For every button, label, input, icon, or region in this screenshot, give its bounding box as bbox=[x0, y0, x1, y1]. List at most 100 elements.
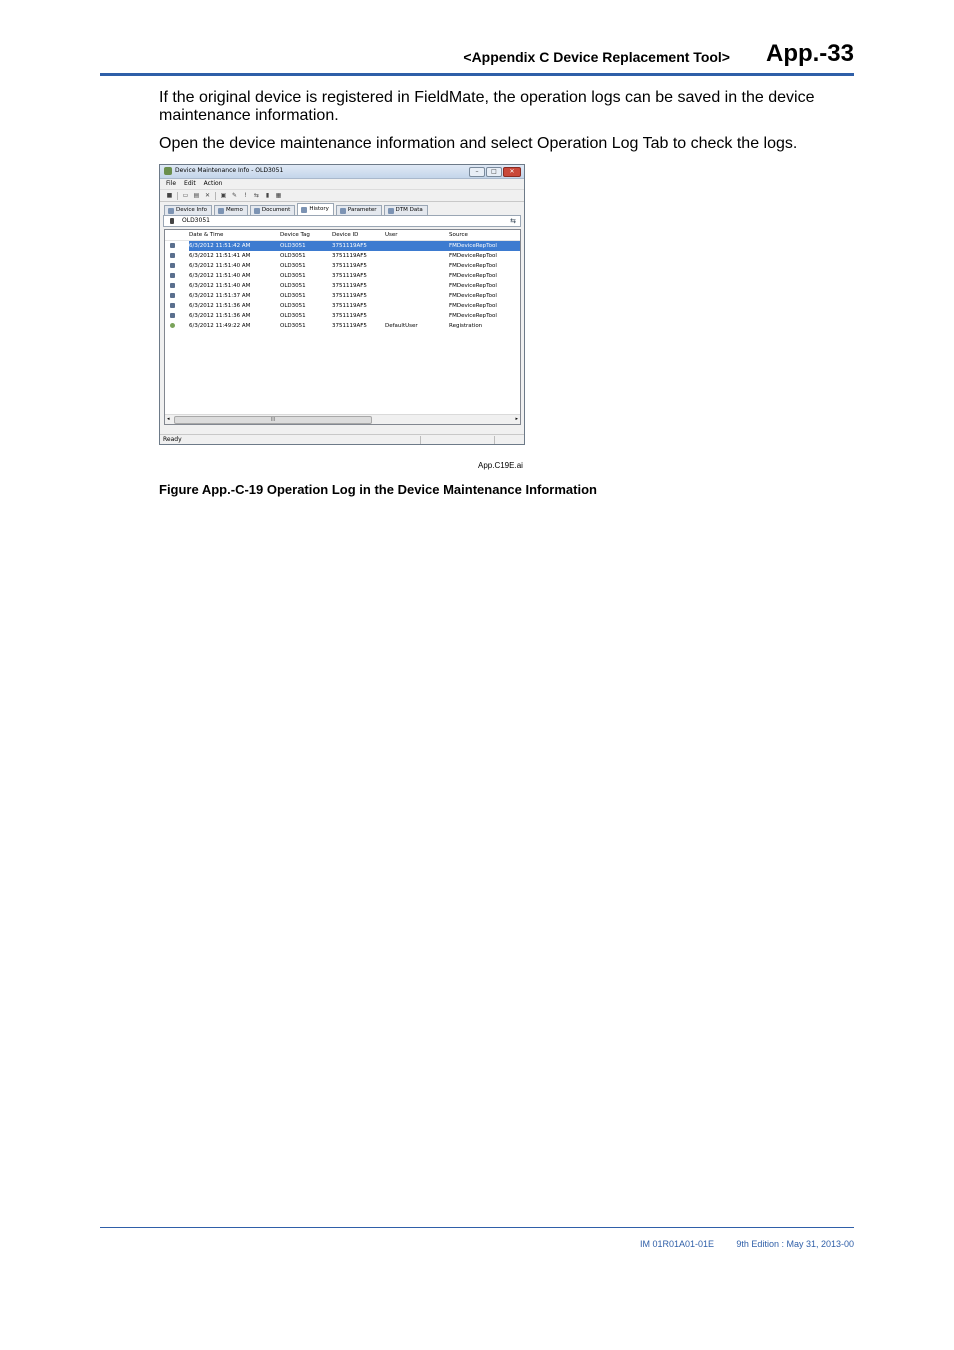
cell-user bbox=[385, 301, 449, 311]
cell-device-tag: OLD3051 bbox=[280, 263, 306, 269]
cell-date-time: 6/3/2012 11:51:40 AM bbox=[189, 273, 251, 279]
scroll-left-icon[interactable]: ◂ bbox=[167, 415, 170, 424]
horizontal-scrollbar[interactable]: ◂ III ▸ bbox=[165, 414, 520, 424]
table-row[interactable]: 6/3/2012 11:51:41 AM OLD3051 3751119AF5 … bbox=[165, 251, 520, 261]
cell-user bbox=[385, 281, 449, 291]
cell-user bbox=[385, 241, 449, 251]
tab-document[interactable]: Document bbox=[249, 205, 296, 215]
save-icon[interactable]: ■ bbox=[166, 192, 173, 199]
edit-icon[interactable]: ✎ bbox=[231, 192, 238, 199]
cell-date-time: 6/3/2012 11:51:36 AM bbox=[189, 303, 251, 309]
link-icon[interactable]: ⇆ bbox=[253, 192, 260, 199]
page-number: App.-33 bbox=[765, 40, 854, 67]
device-maintenance-window: Device Maintenance Info - OLD3051 – □ ✕ … bbox=[159, 164, 525, 445]
paragraph-2: Open the device maintenance information … bbox=[159, 135, 798, 152]
tab-label: Memo bbox=[225, 207, 243, 213]
column-header-date-time[interactable]: Date & Time bbox=[189, 230, 280, 240]
device-icon[interactable]: ▮ bbox=[264, 192, 271, 199]
operation-log-icon bbox=[170, 283, 175, 288]
new-document-icon[interactable]: ▭ bbox=[182, 192, 189, 199]
cell-date-time: 6/3/2012 11:51:40 AM bbox=[189, 283, 251, 289]
tab-label: Device Info bbox=[176, 207, 207, 213]
operation-log-list: Date & Time Device Tag Device ID User So… bbox=[164, 229, 521, 425]
table-row[interactable]: 6/3/2012 11:51:40 AM OLD3051 3751119AF5 … bbox=[165, 261, 520, 271]
cell-source: FMDeviceRepTool bbox=[449, 263, 497, 269]
cell-source: FMDeviceRepTool bbox=[449, 283, 497, 289]
menu-action[interactable]: Action bbox=[204, 179, 223, 189]
operation-log-icon bbox=[170, 243, 175, 248]
scroll-thumb[interactable]: III bbox=[174, 416, 372, 424]
figure-file-reference: App.C19E.ai bbox=[478, 461, 523, 470]
menu-edit[interactable]: Edit bbox=[184, 179, 196, 189]
cell-device-id: 3751119AF5 bbox=[332, 283, 367, 289]
cell-device-tag: OLD3051 bbox=[280, 293, 306, 299]
cell-user bbox=[385, 291, 449, 301]
cell-device-id: 3751119AF5 bbox=[332, 303, 367, 309]
open-icon[interactable]: ▤ bbox=[193, 192, 200, 199]
cell-device-tag: OLD3051 bbox=[280, 313, 306, 319]
cell-date-time: 6/3/2012 11:51:37 AM bbox=[189, 293, 251, 299]
document-number: IM 01R01A01-01E bbox=[640, 1239, 715, 1249]
tab-label: Document bbox=[261, 207, 291, 213]
delete-icon[interactable]: ✕ bbox=[204, 192, 211, 199]
tab-memo[interactable]: Memo bbox=[213, 205, 248, 215]
tab-label: Parameter bbox=[347, 207, 377, 213]
scroll-right-icon[interactable]: ▸ bbox=[515, 415, 518, 424]
cell-device-tag: OLD3051 bbox=[280, 303, 306, 309]
status-separator bbox=[420, 436, 421, 444]
paragraph-1: If the original device is registered in … bbox=[159, 89, 815, 124]
link-icon[interactable]: ⇆ bbox=[510, 217, 516, 225]
cell-source: FMDeviceRepTool bbox=[449, 293, 497, 299]
transmitter-icon bbox=[170, 218, 174, 224]
operation-log-icon bbox=[170, 273, 175, 278]
table-row[interactable]: 6/3/2012 11:51:42 AM OLD3051 3751119AF5 … bbox=[165, 241, 520, 251]
tab-parameter[interactable]: Parameter bbox=[335, 205, 382, 215]
tab-strip: Device Info Memo Document History Parame… bbox=[160, 203, 524, 215]
tab-history[interactable]: History bbox=[297, 203, 334, 215]
menu-bar: File Edit Action bbox=[160, 179, 524, 189]
column-header-user[interactable]: User bbox=[385, 230, 449, 240]
status-text: Ready bbox=[163, 436, 182, 443]
table-row[interactable]: 6/3/2012 11:51:40 AM OLD3051 3751119AF5 … bbox=[165, 281, 520, 291]
column-header-device-id[interactable]: Device ID bbox=[332, 230, 385, 240]
cell-user bbox=[385, 311, 449, 321]
cell-device-id: 3751119AF5 bbox=[332, 293, 367, 299]
section-title: <Appendix C Device Replacement Tool> bbox=[463, 49, 730, 65]
toolbar-separator bbox=[177, 191, 178, 200]
column-header-source[interactable]: Source bbox=[449, 230, 519, 240]
cell-device-tag: OLD3051 bbox=[280, 323, 306, 329]
table-row[interactable]: 6/3/2012 11:49:22 AM OLD3051 3751119AF5 … bbox=[165, 321, 520, 331]
app-icon bbox=[164, 167, 172, 175]
table-row[interactable]: 6/3/2012 11:51:40 AM OLD3051 3751119AF5 … bbox=[165, 271, 520, 281]
minimize-button[interactable]: – bbox=[469, 167, 485, 177]
memo-icon bbox=[217, 207, 224, 214]
toolbar-separator bbox=[215, 191, 216, 200]
history-icon bbox=[301, 206, 308, 213]
figure-caption: Figure App.-C-19 Operation Log in the De… bbox=[159, 482, 597, 497]
list-header: Date & Time Device Tag Device ID User So… bbox=[165, 230, 520, 241]
cell-user: DefaultUser bbox=[385, 323, 418, 329]
cell-source: FMDeviceRepTool bbox=[449, 303, 497, 309]
table-row[interactable]: 6/3/2012 11:51:36 AM OLD3051 3751119AF5 … bbox=[165, 311, 520, 321]
table-row[interactable]: 6/3/2012 11:51:37 AM OLD3051 3751119AF5 … bbox=[165, 291, 520, 301]
cell-device-id: 3751119AF5 bbox=[332, 263, 367, 269]
parameter-icon bbox=[339, 207, 346, 214]
tab-dtm-data[interactable]: DTM Data bbox=[383, 205, 428, 215]
grid-icon[interactable]: ▦ bbox=[275, 192, 282, 199]
cell-source: FMDeviceRepTool bbox=[449, 243, 497, 249]
cell-device-id: 3751119AF5 bbox=[332, 323, 367, 329]
properties-icon[interactable]: ▣ bbox=[220, 192, 227, 199]
cell-date-time: 6/3/2012 11:51:36 AM bbox=[189, 313, 251, 319]
header-rule bbox=[100, 73, 854, 76]
column-header-device-tag[interactable]: Device Tag bbox=[280, 230, 332, 240]
maximize-button[interactable]: □ bbox=[486, 167, 502, 177]
table-row[interactable]: 6/3/2012 11:51:36 AM OLD3051 3751119AF5 … bbox=[165, 301, 520, 311]
tab-device-info[interactable]: Device Info bbox=[164, 205, 212, 215]
dtm-data-icon bbox=[387, 207, 394, 214]
icon-column-header bbox=[165, 230, 189, 240]
edition-info: 9th Edition : May 31, 2013-00 bbox=[736, 1239, 854, 1249]
operation-log-icon bbox=[170, 293, 175, 298]
menu-file[interactable]: File bbox=[166, 179, 176, 189]
close-button[interactable]: ✕ bbox=[503, 167, 521, 177]
info-icon[interactable]: ! bbox=[242, 192, 249, 199]
